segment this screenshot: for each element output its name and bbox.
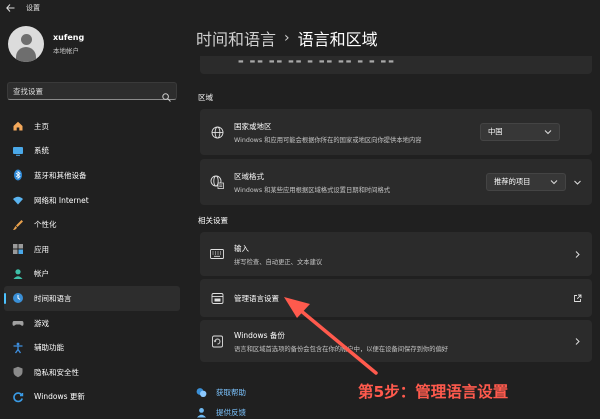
step-annotation: 第5步：管理语言设置 xyxy=(358,383,509,401)
annotation-arrow xyxy=(284,297,378,375)
